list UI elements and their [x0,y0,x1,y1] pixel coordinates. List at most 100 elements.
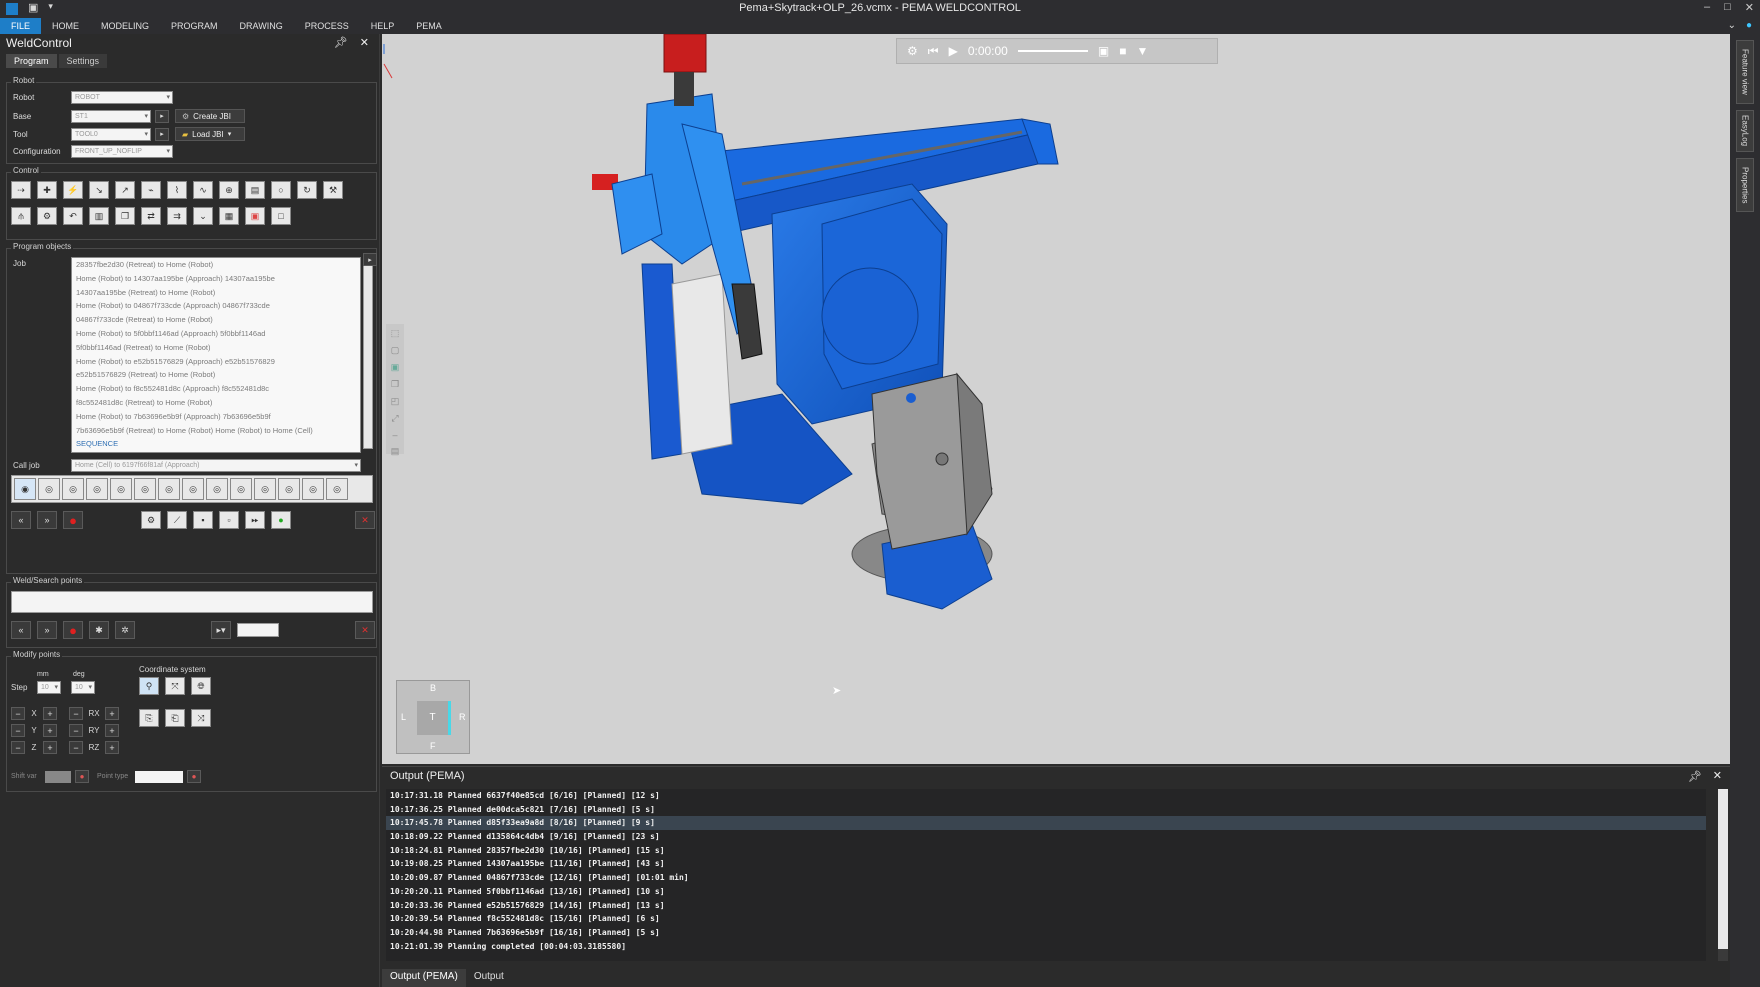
control-rotate-icon[interactable]: ↻ [297,181,317,199]
delete-weld-button[interactable]: ✕ [355,621,375,639]
thumb-5-icon[interactable]: ◎ [110,478,132,500]
weld-prev-button[interactable]: « [11,621,31,639]
axis-minus-button[interactable]: − [11,707,25,720]
control-gripper-icon[interactable]: ⫛ [11,207,31,225]
close-panel-icon[interactable]: ✕ [360,36,369,49]
vt-move-icon[interactable]: ▣ [391,362,400,373]
help-icon[interactable]: ● [1746,20,1752,31]
step-mm-input[interactable]: 10 [37,681,61,694]
ribbon-tab-drawing[interactable]: DRAWING [229,18,294,34]
raxis-minus-button[interactable]: − [69,741,83,754]
base-select[interactable]: ST1 [71,109,151,123]
axis-minus-button[interactable]: − [11,724,25,737]
weld-type-dropdown[interactable]: ▸▾ [211,621,231,639]
tool-arrow-button[interactable]: ▸ [155,127,169,141]
control-wave-icon[interactable]: ∿ [193,181,213,199]
navigation-cube[interactable]: B L T R F [396,680,470,754]
thumb-14-icon[interactable]: ◎ [326,478,348,500]
job-list-item[interactable]: 7b63696e5b9f (Retreat) to Home (Robot) H… [72,424,360,438]
ribbon-tab-process[interactable]: PROCESS [294,18,360,34]
ribbon-tab-pema[interactable]: PEMA [405,18,453,34]
thumb-4-icon[interactable]: ◎ [86,478,108,500]
robot-select[interactable]: ROBOT [71,91,173,104]
axis-plus-button[interactable]: + [43,707,57,720]
ribbon-tab-file[interactable]: FILE [0,18,42,34]
raxis-plus-button[interactable]: + [105,741,119,754]
output-log[interactable]: 10:17:31.18 Planned 6637f40e85cd [6/16] … [386,789,1706,961]
shift-var-button[interactable]: ● [75,770,89,783]
vt-copy-icon[interactable]: ❐ [391,379,399,390]
job-list-selected[interactable]: SEQUENCE [72,437,360,451]
control-dropdown-icon[interactable]: ⌄ [193,207,213,225]
call-job-select[interactable]: Home (Cell) to 6197f66f81af (Approach) [71,459,361,472]
control-torch-up-icon[interactable]: ↗ [115,181,135,199]
weld-value-input[interactable] [237,623,279,637]
vt-dash-icon[interactable]: – [392,430,397,440]
transform-point-icon[interactable]: ⤨ [191,709,211,727]
ribbon-tab-home[interactable]: HOME [41,18,90,34]
thumb-10-icon[interactable]: ◎ [230,478,252,500]
nav-cube-left[interactable]: L [401,712,406,722]
axis-plus-button[interactable]: + [43,724,57,737]
thumb-8-icon[interactable]: ◎ [182,478,204,500]
vt-layers-icon[interactable]: ▤ [391,446,400,457]
thumb-3-icon[interactable]: ◎ [62,478,84,500]
thumb-11-icon[interactable]: ◎ [254,478,276,500]
delete-job-button[interactable]: ✕ [355,511,375,529]
control-paste-icon[interactable]: ▥ [89,207,109,225]
job-list-scrollbar[interactable] [363,259,373,449]
raxis-minus-button[interactable]: − [69,724,83,737]
control-torch-down-icon[interactable]: ↘ [89,181,109,199]
axis-plus-button[interactable]: + [43,741,57,754]
load-jbi-button[interactable]: ▰ Load JBI ▾ [175,127,245,141]
point-type-button[interactable]: ● [187,770,201,783]
job-list-item[interactable]: 14307aa195be (Retreat) to Home (Robot) [72,286,360,300]
thumb-12-icon[interactable]: ◎ [278,478,300,500]
control-grid-icon[interactable]: ▦ [219,207,239,225]
control-undo-icon[interactable]: ↶ [63,207,83,225]
robot-cell-scene[interactable] [382,34,1730,764]
coord-user-icon[interactable]: ⤧ [165,677,185,695]
search-point-icon[interactable]: ✲ [115,621,135,639]
job-list-item[interactable]: 5f0bbf1146ad (Retreat) to Home (Robot) [72,341,360,355]
nav-cube-right[interactable]: R [459,712,466,722]
job-list-item[interactable]: e52b51576829 (Retreat) to Home (Robot) [72,368,360,382]
job-list-item[interactable]: Home (Robot) to 04867f733cde (Approach) … [72,299,360,313]
ribbon-tab-help[interactable]: HELP [360,18,406,34]
next-job-button[interactable]: » [37,511,57,529]
control-arc-on-icon[interactable]: ⌁ [141,181,161,199]
thumb-2-icon[interactable]: ◎ [38,478,60,500]
shift-var-input[interactable] [45,771,71,783]
control-settings-icon[interactable]: ⚙ [37,207,57,225]
thumb-13-icon[interactable]: ◎ [302,478,324,500]
job-step-icon[interactable]: ▪ [193,511,213,529]
job-list-item[interactable]: Home (Robot) to 5f0bbf1146ad (Approach) … [72,327,360,341]
properties-tab[interactable]: Properties [1736,158,1754,212]
control-torch-icon[interactable]: ⚡ [63,181,83,199]
vt-select-icon[interactable]: ⬚ [391,328,400,339]
control-tool-icon[interactable]: ⚒ [323,181,343,199]
output-scrollbar[interactable] [1718,789,1728,961]
thumb-7-icon[interactable]: ◎ [158,478,180,500]
job-thumbnail-strip[interactable]: ◉ ◎ ◎ ◎ ◎ ◎ ◎ ◎ ◎ ◎ ◎ ◎ ◎ ◎ [11,475,373,503]
load-point-icon[interactable]: ⎗ [165,709,185,727]
weld-record-button[interactable]: ● [63,621,83,639]
nav-cube-top[interactable]: B [430,683,436,693]
job-arrow-button[interactable]: ▸ [363,253,377,266]
nav-cube-bottom[interactable]: F [430,741,436,751]
axis-minus-button[interactable]: − [11,741,25,754]
tab-settings[interactable]: Settings [58,54,108,68]
control-empty-box-icon[interactable]: □ [271,207,291,225]
3d-viewport[interactable]: ⚙ ⏮︎ ▶ 0:00:00 ▣ ■ ▼ ⬚ ▢ ▣ ❐ ◰ ⤢ – ▤ B L… [382,34,1730,764]
create-jbi-button[interactable]: ⚙ Create JBI [175,109,245,123]
raxis-plus-button[interactable]: + [105,707,119,720]
thumb-6-icon[interactable]: ◎ [134,478,156,500]
control-arc-off-icon[interactable]: ⌇ [167,181,187,199]
job-list-item[interactable]: Home (Robot) to f8c552481d8c (Approach) … [72,382,360,396]
configuration-select[interactable]: FRONT_UP_NOFLIP [71,145,173,158]
raxis-minus-button[interactable]: − [69,707,83,720]
weld-point-icon[interactable]: ✱ [89,621,109,639]
vt-measure-icon[interactable]: ⤢ [391,413,398,424]
coord-world-icon[interactable]: 🌐︎ [191,677,211,695]
control-copy-icon[interactable]: ❐ [115,207,135,225]
